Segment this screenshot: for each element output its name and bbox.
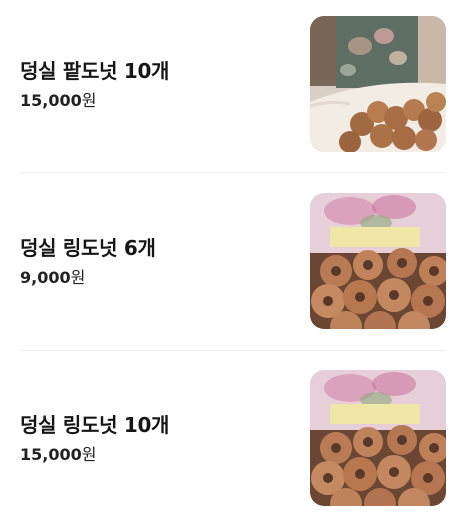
- ring-donut-photo: [310, 370, 446, 506]
- menu-item-price: 9,000원: [20, 267, 290, 289]
- red-bean-donut-photo: [310, 16, 446, 152]
- price-amount: 15,000: [20, 445, 82, 464]
- ring-donut-photo: [310, 193, 446, 329]
- menu-item-info: 덩실 링도넛 6개 9,000원: [20, 193, 290, 331]
- price-amount: 15,000: [20, 91, 82, 110]
- menu-item[interactable]: 덩실 팥도넛 10개 15,000원: [20, 16, 446, 154]
- menu-item-info: 덩실 링도넛 10개 15,000원: [20, 370, 290, 508]
- price-unit: 원: [70, 268, 86, 287]
- divider: [20, 172, 446, 173]
- menu-item-photo[interactable]: [310, 16, 446, 152]
- menu-list: 덩실 팥도넛 10개 15,000원 덩실 링도넛 6개 9,000원 덩실 링…: [0, 0, 466, 526]
- price-unit: 원: [81, 91, 97, 110]
- divider: [20, 350, 446, 351]
- menu-item-price: 15,000원: [20, 444, 290, 466]
- menu-item-name: 덩실 팥도넛 10개: [20, 59, 170, 83]
- menu-item[interactable]: 덩실 링도넛 6개 9,000원: [20, 193, 446, 331]
- menu-item-photo[interactable]: [310, 193, 446, 329]
- menu-item-price: 15,000원: [20, 90, 290, 112]
- menu-item[interactable]: 덩실 링도넛 10개 15,000원: [20, 370, 446, 508]
- price-unit: 원: [81, 445, 97, 464]
- price-amount: 9,000: [20, 268, 71, 287]
- menu-item-info: 덩실 팥도넛 10개 15,000원: [20, 16, 290, 154]
- menu-item-name: 덩실 링도넛 10개: [20, 413, 170, 437]
- menu-item-photo[interactable]: [310, 370, 446, 506]
- menu-item-name: 덩실 링도넛 6개: [20, 236, 156, 260]
